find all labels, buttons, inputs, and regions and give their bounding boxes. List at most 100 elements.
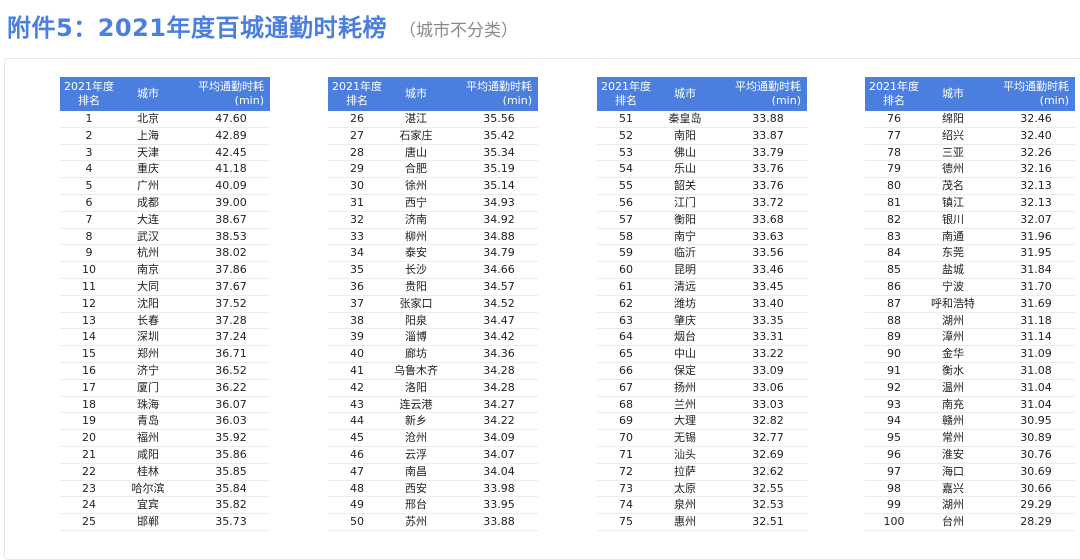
city-cell: 温州 — [923, 379, 983, 397]
rank-header-line2: 排名 — [883, 94, 905, 107]
city-cell: 扬州 — [655, 379, 715, 397]
commute-time-cell: 33.87 — [715, 127, 807, 145]
city-cell: 阳泉 — [386, 312, 446, 330]
table-row: 72 拉萨 32.62 — [597, 463, 807, 481]
rank-cell: 37 — [328, 295, 386, 313]
table-row: 88 湖州 31.18 — [865, 312, 1075, 330]
rank-cell: 41 — [328, 362, 386, 380]
rank-cell: 23 — [60, 480, 118, 498]
rank-cell: 66 — [597, 362, 655, 380]
rank-cell: 82 — [865, 211, 923, 229]
city-cell: 南昌 — [386, 463, 446, 481]
rank-cell: 62 — [597, 295, 655, 313]
rank-cell: 59 — [597, 244, 655, 263]
commute-time-cell: 42.45 — [178, 144, 270, 162]
city-cell: 厦门 — [118, 379, 178, 397]
city-cell: 洛阳 — [386, 379, 446, 397]
rank-cell: 68 — [597, 396, 655, 414]
city-cell: 衡水 — [923, 362, 983, 380]
commute-time-cell: 32.77 — [715, 429, 807, 447]
city-cell: 桂林 — [118, 463, 178, 481]
city-cell: 南充 — [923, 396, 983, 414]
value-header-line1: 平均通勤时耗 — [198, 80, 264, 93]
table-row: 17 厦门 36.22 — [60, 379, 270, 397]
table-row: 38 阳泉 34.47 — [328, 312, 538, 330]
table-row: 11 大同 37.67 — [60, 278, 270, 296]
rank-header-line1: 2021年度 — [869, 80, 919, 93]
city-cell: 太原 — [655, 480, 715, 498]
commute-time-cell: 36.03 — [178, 412, 270, 431]
table-row: 93 南充 31.04 — [865, 396, 1075, 414]
commute-time-cell: 32.26 — [983, 144, 1075, 162]
table-row: 30 徐州 35.14 — [328, 177, 538, 195]
ranking-table-1: 2021年度 排名 城市 平均通勤时耗 (min) 1 北京 47.60 2 上海 42.89 3 天津… — [60, 77, 270, 531]
value-header-line1: 平均通勤时耗 — [466, 80, 532, 93]
city-cell: 徐州 — [386, 177, 446, 195]
city-cell: 衡阳 — [655, 211, 715, 229]
table-row: 34 泰安 34.79 — [328, 244, 538, 263]
commute-time-cell: 30.66 — [983, 480, 1075, 498]
commute-time-cell: 34.36 — [446, 345, 538, 363]
city-cell: 济南 — [386, 211, 446, 229]
commute-time-cell: 37.24 — [178, 328, 270, 347]
rank-cell: 88 — [865, 312, 923, 330]
rank-cell: 48 — [328, 480, 386, 498]
city-cell: 临沂 — [655, 244, 715, 263]
city-cell: 东莞 — [923, 244, 983, 263]
rank-cell: 85 — [865, 261, 923, 279]
rank-cell: 78 — [865, 144, 923, 162]
rank-cell: 5 — [60, 177, 118, 195]
city-cell: 南通 — [923, 228, 983, 246]
commute-time-cell: 35.86 — [178, 446, 270, 464]
city-cell: 镇江 — [923, 194, 983, 212]
commute-time-cell: 36.52 — [178, 362, 270, 380]
table-row: 66 保定 33.09 — [597, 362, 807, 380]
commute-time-cell: 32.82 — [715, 412, 807, 431]
rank-cell: 51 — [597, 111, 655, 128]
city-cell: 绵阳 — [923, 111, 983, 128]
commute-time-cell: 36.07 — [178, 396, 270, 414]
rank-cell: 56 — [597, 194, 655, 212]
table-row: 86 宁波 31.70 — [865, 278, 1075, 296]
table-row: 48 西安 33.98 — [328, 480, 538, 498]
ranking-table-3: 2021年度 排名 城市 平均通勤时耗 (min) 51 秦皇岛 33.88 52 南阳 33.87… — [597, 77, 807, 531]
table-row: 37 张家口 34.52 — [328, 295, 538, 313]
city-cell: 嘉兴 — [923, 480, 983, 498]
table-row: 92 温州 31.04 — [865, 379, 1075, 397]
table-row: 77 绍兴 32.40 — [865, 127, 1075, 145]
rank-cell: 70 — [597, 429, 655, 447]
commute-time-cell: 31.04 — [983, 396, 1075, 414]
commute-time-cell: 34.92 — [446, 211, 538, 229]
table-row: 28 唐山 35.34 — [328, 144, 538, 162]
commute-time-cell: 40.09 — [178, 177, 270, 195]
table-row: 2 上海 42.89 — [60, 127, 270, 145]
commute-time-cell: 34.28 — [446, 379, 538, 397]
commute-time-cell: 37.28 — [178, 312, 270, 330]
rank-header-line2: 排名 — [615, 94, 637, 107]
rank-cell: 65 — [597, 345, 655, 363]
city-cell: 邢台 — [386, 496, 446, 515]
table-row: 55 韶关 33.76 — [597, 177, 807, 195]
commute-time-cell: 31.70 — [983, 278, 1075, 296]
commute-time-cell: 32.53 — [715, 496, 807, 515]
rank-header-line1: 2021年度 — [601, 80, 651, 93]
commute-time-cell: 31.95 — [983, 244, 1075, 263]
rank-cell: 60 — [597, 261, 655, 279]
rank-cell: 46 — [328, 446, 386, 464]
commute-time-cell: 37.52 — [178, 295, 270, 313]
city-cell: 无锡 — [655, 429, 715, 447]
rank-cell: 12 — [60, 295, 118, 313]
rank-cell: 31 — [328, 194, 386, 212]
table-row: 21 咸阳 35.86 — [60, 446, 270, 464]
city-cell: 成都 — [118, 194, 178, 212]
commute-time-cell: 31.96 — [983, 228, 1075, 246]
city-cell: 南京 — [118, 261, 178, 279]
city-cell: 德州 — [923, 160, 983, 179]
commute-time-cell: 30.76 — [983, 446, 1075, 464]
city-cell: 汕头 — [655, 446, 715, 464]
table-row: 22 桂林 35.85 — [60, 463, 270, 481]
rank-cell: 35 — [328, 261, 386, 279]
city-cell: 唐山 — [386, 144, 446, 162]
city-cell: 秦皇岛 — [655, 111, 715, 128]
table-row: 94 赣州 30.95 — [865, 412, 1075, 431]
